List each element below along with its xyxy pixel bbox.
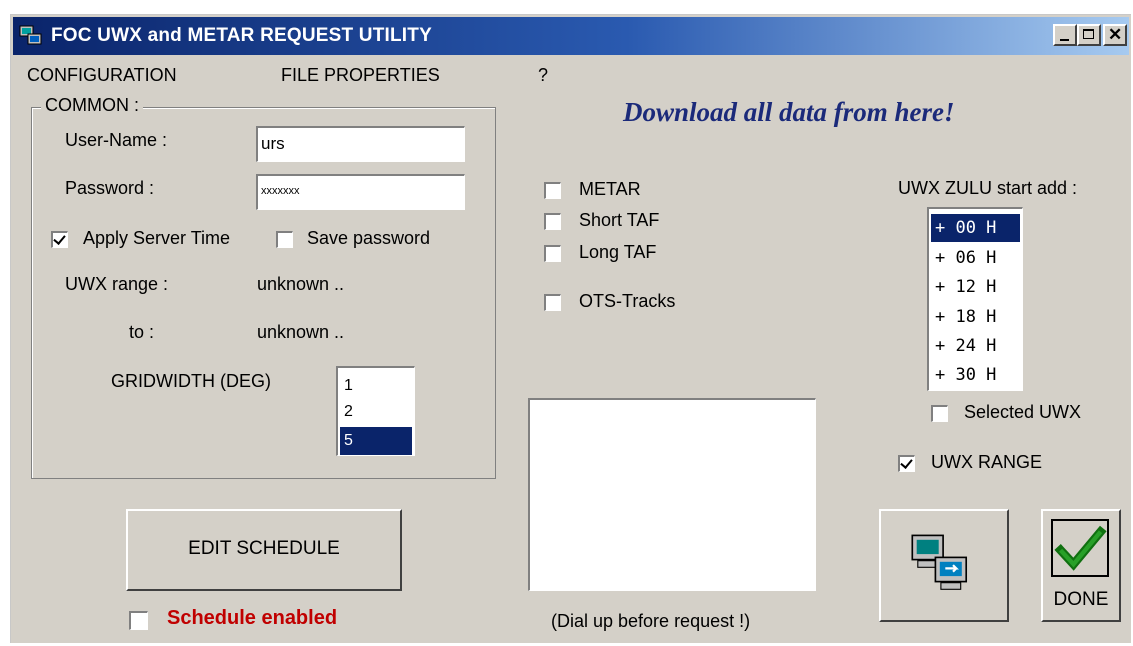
gridwidth-option-selected[interactable]: 5 — [340, 427, 412, 455]
title-bar[interactable]: FOC UWX and METAR REQUEST UTILITY ✕ — [13, 17, 1129, 55]
app-window: FOC UWX and METAR REQUEST UTILITY ✕ CONF… — [10, 14, 1131, 643]
uwx-range-to-value: unknown .. — [257, 322, 345, 342]
to-label: to : — [129, 322, 155, 342]
metar-label[interactable]: METAR — [579, 179, 641, 200]
uwx-range-label: UWX range : — [65, 274, 169, 294]
green-checkmark-icon — [1051, 519, 1109, 577]
minimize-button[interactable] — [1053, 24, 1077, 46]
menu-file-properties[interactable]: FILE PROPERTIES — [281, 65, 440, 86]
metar-checkbox[interactable] — [544, 182, 561, 199]
long-taf-checkbox[interactable] — [544, 245, 561, 262]
save-password-checkbox[interactable] — [276, 231, 293, 248]
edit-schedule-button[interactable]: EDIT SCHEDULE — [126, 509, 402, 591]
uwx-range-checkbox[interactable] — [898, 455, 915, 472]
gridwidth-option[interactable]: 1 — [340, 374, 412, 398]
menu-configuration[interactable]: CONFIGURATION — [27, 65, 177, 86]
maximize-button[interactable] — [1077, 24, 1101, 46]
short-taf-label[interactable]: Short TAF — [579, 210, 659, 231]
close-button[interactable]: ✕ — [1103, 24, 1127, 46]
apply-server-time-label[interactable]: Apply Server Time — [83, 228, 230, 249]
edit-schedule-label: EDIT SCHEDULE — [188, 538, 340, 559]
close-icon: ✕ — [1108, 25, 1123, 44]
zulu-option[interactable]: + 12 H — [931, 273, 1020, 301]
apply-server-time-checkbox[interactable] — [51, 231, 68, 248]
save-password-label[interactable]: Save password — [307, 228, 430, 249]
maximize-icon — [1083, 29, 1094, 39]
schedule-enabled-label[interactable]: Schedule enabled — [167, 607, 337, 630]
common-group-label: COMMON : — [41, 95, 143, 116]
selected-uwx-checkbox[interactable] — [931, 405, 948, 422]
ots-tracks-label[interactable]: OTS-Tracks — [579, 291, 675, 312]
uwx-range-from-value: unknown .. — [257, 274, 345, 294]
minimize-icon — [1060, 39, 1069, 41]
short-taf-checkbox[interactable] — [544, 213, 561, 230]
username-label: User-Name : — [65, 130, 168, 150]
gridwidth-listbox[interactable]: 1 2 5 — [336, 366, 415, 456]
done-button[interactable]: DONE — [1041, 509, 1121, 622]
zulu-option[interactable]: + 24 H — [931, 332, 1020, 360]
uwx-zulu-label: UWX ZULU start add : — [898, 178, 1078, 198]
username-field[interactable]: urs — [256, 126, 465, 162]
window-title: FOC UWX and METAR REQUEST UTILITY — [51, 25, 432, 46]
password-field[interactable]: xxxxxxx — [256, 174, 465, 210]
password-label: Password : — [65, 178, 155, 198]
dial-up-note: (Dial up before request !) — [551, 611, 751, 631]
zulu-option[interactable]: + 06 H — [931, 244, 1020, 272]
uwx-range-checkbox-label[interactable]: UWX RANGE — [931, 452, 1042, 473]
output-textbox[interactable] — [528, 398, 816, 591]
gridwidth-label: GRIDWIDTH (DEG) — [111, 371, 271, 391]
zulu-option-selected[interactable]: + 00 H — [931, 214, 1020, 242]
zulu-option[interactable]: + 18 H — [931, 303, 1020, 331]
network-computers-icon — [19, 25, 42, 45]
ots-tracks-checkbox[interactable] — [544, 294, 561, 311]
zulu-option[interactable]: + 30 H — [931, 361, 1020, 389]
download-headline: Download all data from here! — [623, 97, 955, 127]
long-taf-label[interactable]: Long TAF — [579, 242, 656, 263]
schedule-enabled-checkbox[interactable] — [129, 611, 148, 630]
selected-uwx-label[interactable]: Selected UWX — [964, 402, 1081, 423]
menu-help[interactable]: ? — [538, 65, 548, 86]
computers-transfer-icon — [911, 534, 968, 590]
gridwidth-option[interactable]: 2 — [340, 400, 412, 424]
done-label: DONE — [1053, 589, 1109, 610]
uwx-zulu-listbox[interactable]: + 00 H + 06 H + 12 H + 18 H + 24 H + 30 … — [927, 207, 1023, 391]
request-button[interactable] — [879, 509, 1009, 622]
